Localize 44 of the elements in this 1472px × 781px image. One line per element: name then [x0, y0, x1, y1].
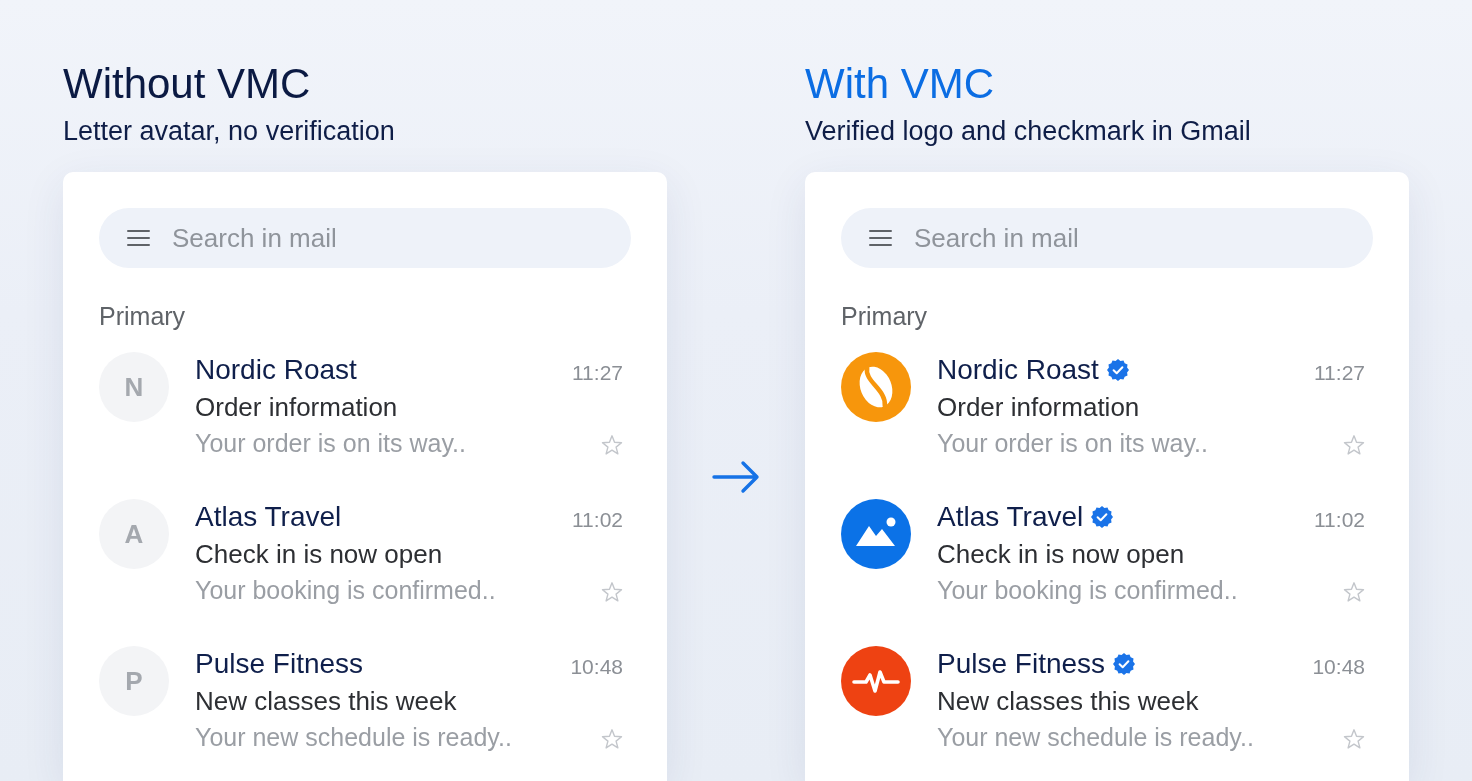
- section-label: Primary: [841, 301, 928, 331]
- email-subject: Order information: [937, 391, 1140, 424]
- email-subject: Order information: [195, 391, 398, 424]
- letter-avatar: A: [99, 499, 169, 569]
- email-subject: Check in is now open: [195, 538, 443, 571]
- panel-subtitle: Letter avatar, no verification: [63, 115, 395, 147]
- panel-subtitle: Verified logo and checkmark in Gmail: [805, 115, 1251, 147]
- sender-name: Pulse Fitness: [937, 647, 1106, 681]
- sender-name: Nordic Roast: [195, 353, 357, 387]
- email-preview: Your new schedule is ready..: [195, 722, 512, 753]
- section-label: Primary: [99, 301, 186, 331]
- star-icon[interactable]: [1343, 434, 1365, 456]
- panel-title: With VMC: [805, 60, 994, 108]
- email-time: 10:48: [570, 654, 623, 680]
- search-field[interactable]: Search in mail: [841, 208, 1373, 268]
- email-subject: New classes this week: [195, 685, 457, 718]
- star-icon[interactable]: [601, 728, 623, 750]
- panel-title: Without VMC: [63, 60, 311, 108]
- sender-name: Nordic Roast: [937, 353, 1099, 387]
- email-preview: Your order is on its way..: [937, 428, 1208, 459]
- star-icon[interactable]: [601, 581, 623, 603]
- sender-name: Atlas Travel: [195, 500, 342, 534]
- email-time: 11:02: [572, 507, 623, 533]
- email-subject: New classes this week: [937, 685, 1199, 718]
- email-time: 10:48: [1312, 654, 1365, 680]
- letter-avatar: N: [99, 352, 169, 422]
- email-subject: Check in is now open: [937, 538, 1185, 571]
- sender-name: Atlas Travel: [937, 500, 1084, 534]
- star-icon[interactable]: [601, 434, 623, 456]
- arrow-right-icon: [712, 458, 760, 495]
- email-time: 11:02: [1314, 507, 1365, 533]
- menu-icon[interactable]: [869, 229, 892, 247]
- email-preview: Your booking is confirmed..: [937, 575, 1238, 606]
- letter-avatar: P: [99, 646, 169, 716]
- star-icon[interactable]: [1343, 581, 1365, 603]
- email-time: 11:27: [1314, 360, 1365, 386]
- menu-icon[interactable]: [127, 229, 150, 247]
- star-icon[interactable]: [1343, 728, 1365, 750]
- email-preview: Your booking is confirmed..: [195, 575, 496, 606]
- email-preview: Your order is on its way..: [195, 428, 466, 459]
- sender-name: Pulse Fitness: [195, 647, 364, 681]
- email-time: 11:27: [572, 360, 623, 386]
- search-field[interactable]: Search in mail: [99, 208, 631, 268]
- email-preview: Your new schedule is ready..: [937, 722, 1254, 753]
